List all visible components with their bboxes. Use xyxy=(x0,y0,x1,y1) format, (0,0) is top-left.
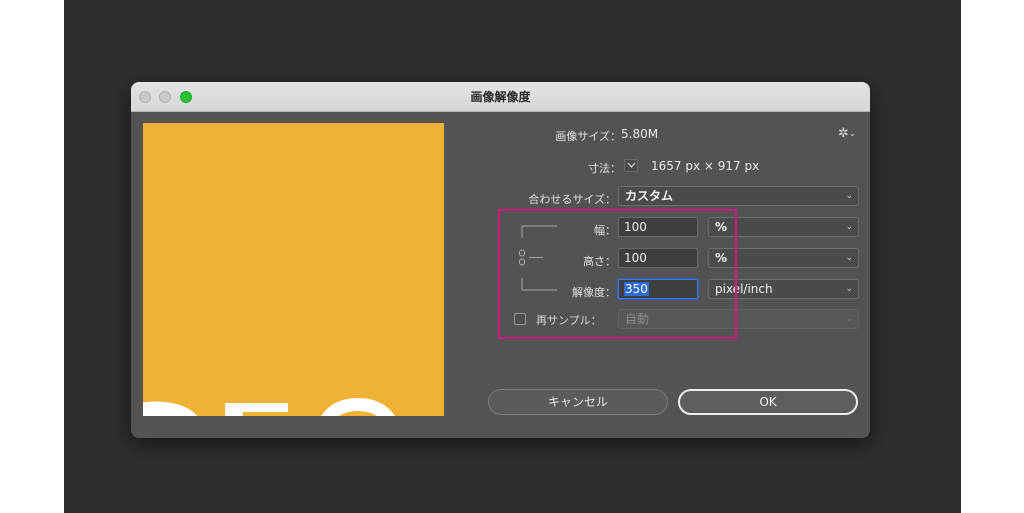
image-size-value: 5.80M xyxy=(621,127,659,141)
chevron-down-icon: ⌄ xyxy=(845,191,853,201)
chevron-down-icon: ⌄ xyxy=(848,129,856,138)
chevron-down-icon: ⌄ xyxy=(845,253,853,263)
image-preview[interactable] xyxy=(143,123,444,416)
fit-to-label: 合わせるサイズ： xyxy=(528,193,616,206)
ok-button[interactable]: OK xyxy=(678,389,858,415)
title-bar: 画像解像度 xyxy=(131,82,870,112)
chevron-down-icon: ⌄ xyxy=(845,314,853,324)
height-unit-value: % xyxy=(715,251,728,265)
width-label: 幅： xyxy=(594,224,616,237)
width-unit-value: % xyxy=(715,220,728,234)
resolution-unit-value: pixel/inch xyxy=(715,282,773,296)
fit-to-dropdown[interactable]: カスタム ⌄ xyxy=(618,186,859,206)
width-value: 100 xyxy=(624,220,647,234)
dimensions-unit-toggle[interactable] xyxy=(624,159,638,172)
width-input[interactable]: 100 xyxy=(618,217,698,237)
width-unit-dropdown[interactable]: % ⌄ xyxy=(708,217,859,237)
preview-artwork xyxy=(143,398,395,416)
resample-label: 再サンプル： xyxy=(536,314,602,327)
dimensions-label: 寸法： xyxy=(588,162,621,175)
settings-gear-button[interactable]: ✲⌄ xyxy=(838,126,860,142)
cancel-button[interactable]: キャンセル xyxy=(488,389,668,415)
dimensions-value: 1657 px × 917 px xyxy=(651,159,760,173)
image-size-label: 画像サイズ： xyxy=(555,130,621,143)
chevron-down-icon: ⌄ xyxy=(845,222,853,232)
resample-checkbox[interactable] xyxy=(514,313,526,325)
chevron-down-icon: ⌄ xyxy=(845,284,853,294)
fit-to-value: カスタム xyxy=(625,189,674,203)
height-value: 100 xyxy=(624,251,647,265)
resolution-input[interactable]: 350 xyxy=(618,279,698,299)
image-size-dialog: 画像解像度 画像サイズ： 5.80M ✲⌄ 寸法： 1657 px × 917 … xyxy=(131,82,870,438)
resample-method-dropdown: 自動 ⌄ xyxy=(618,309,859,329)
height-input[interactable]: 100 xyxy=(618,248,698,268)
resolution-unit-dropdown[interactable]: pixel/inch ⌄ xyxy=(708,279,859,299)
height-label: 高さ： xyxy=(583,255,616,268)
height-unit-dropdown[interactable]: % ⌄ xyxy=(708,248,859,268)
resample-method-value: 自動 xyxy=(625,312,650,326)
resolution-label: 解像度： xyxy=(572,286,616,299)
gear-icon: ✲ xyxy=(838,126,849,141)
dialog-title: 画像解像度 xyxy=(470,90,531,104)
resolution-value: 350 xyxy=(624,282,649,296)
chevron-down-icon xyxy=(627,162,636,168)
